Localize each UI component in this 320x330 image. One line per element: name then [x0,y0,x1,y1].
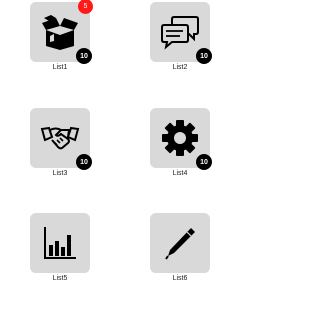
tile-label: List6 [172,275,188,282]
tile-label: List4 [172,170,188,177]
list-tile-list2[interactable]: 10 List2 [150,2,212,77]
list-tile-list3[interactable]: 10 List3 [30,108,92,183]
count-badge: 10 [196,154,212,170]
list-tile-list1[interactable]: 5 10 List1 [30,0,93,77]
tile-icon-box[interactable]: 5 10 [30,0,93,64]
bar-chart-icon [44,227,76,259]
tile-icon-box[interactable]: 10 [30,108,92,170]
count-badge: 10 [76,48,92,64]
list-tile-list4[interactable]: 10 List4 [150,108,212,183]
tile-icon-box[interactable]: 10 [150,2,212,64]
count-badge: 10 [76,154,92,170]
count-badge: 10 [196,48,212,64]
notification-badge: 5 [78,0,93,14]
pen-icon [165,228,195,260]
tile-label: List5 [52,275,68,282]
handshake-icon [40,126,80,150]
tile-icon-box[interactable] [30,213,90,273]
tile-label: List3 [52,170,68,177]
tile-label: List2 [172,64,188,71]
chat-bubbles-icon [161,16,199,50]
open-box-icon [42,15,78,50]
tile-label: List1 [52,64,68,71]
list-tile-list5[interactable]: List5 [30,213,90,288]
gear-icon [162,120,198,156]
list-tile-list6[interactable]: List6 [150,213,210,288]
tile-icon-box[interactable] [150,213,210,273]
tile-icon-box[interactable]: 10 [150,108,212,170]
